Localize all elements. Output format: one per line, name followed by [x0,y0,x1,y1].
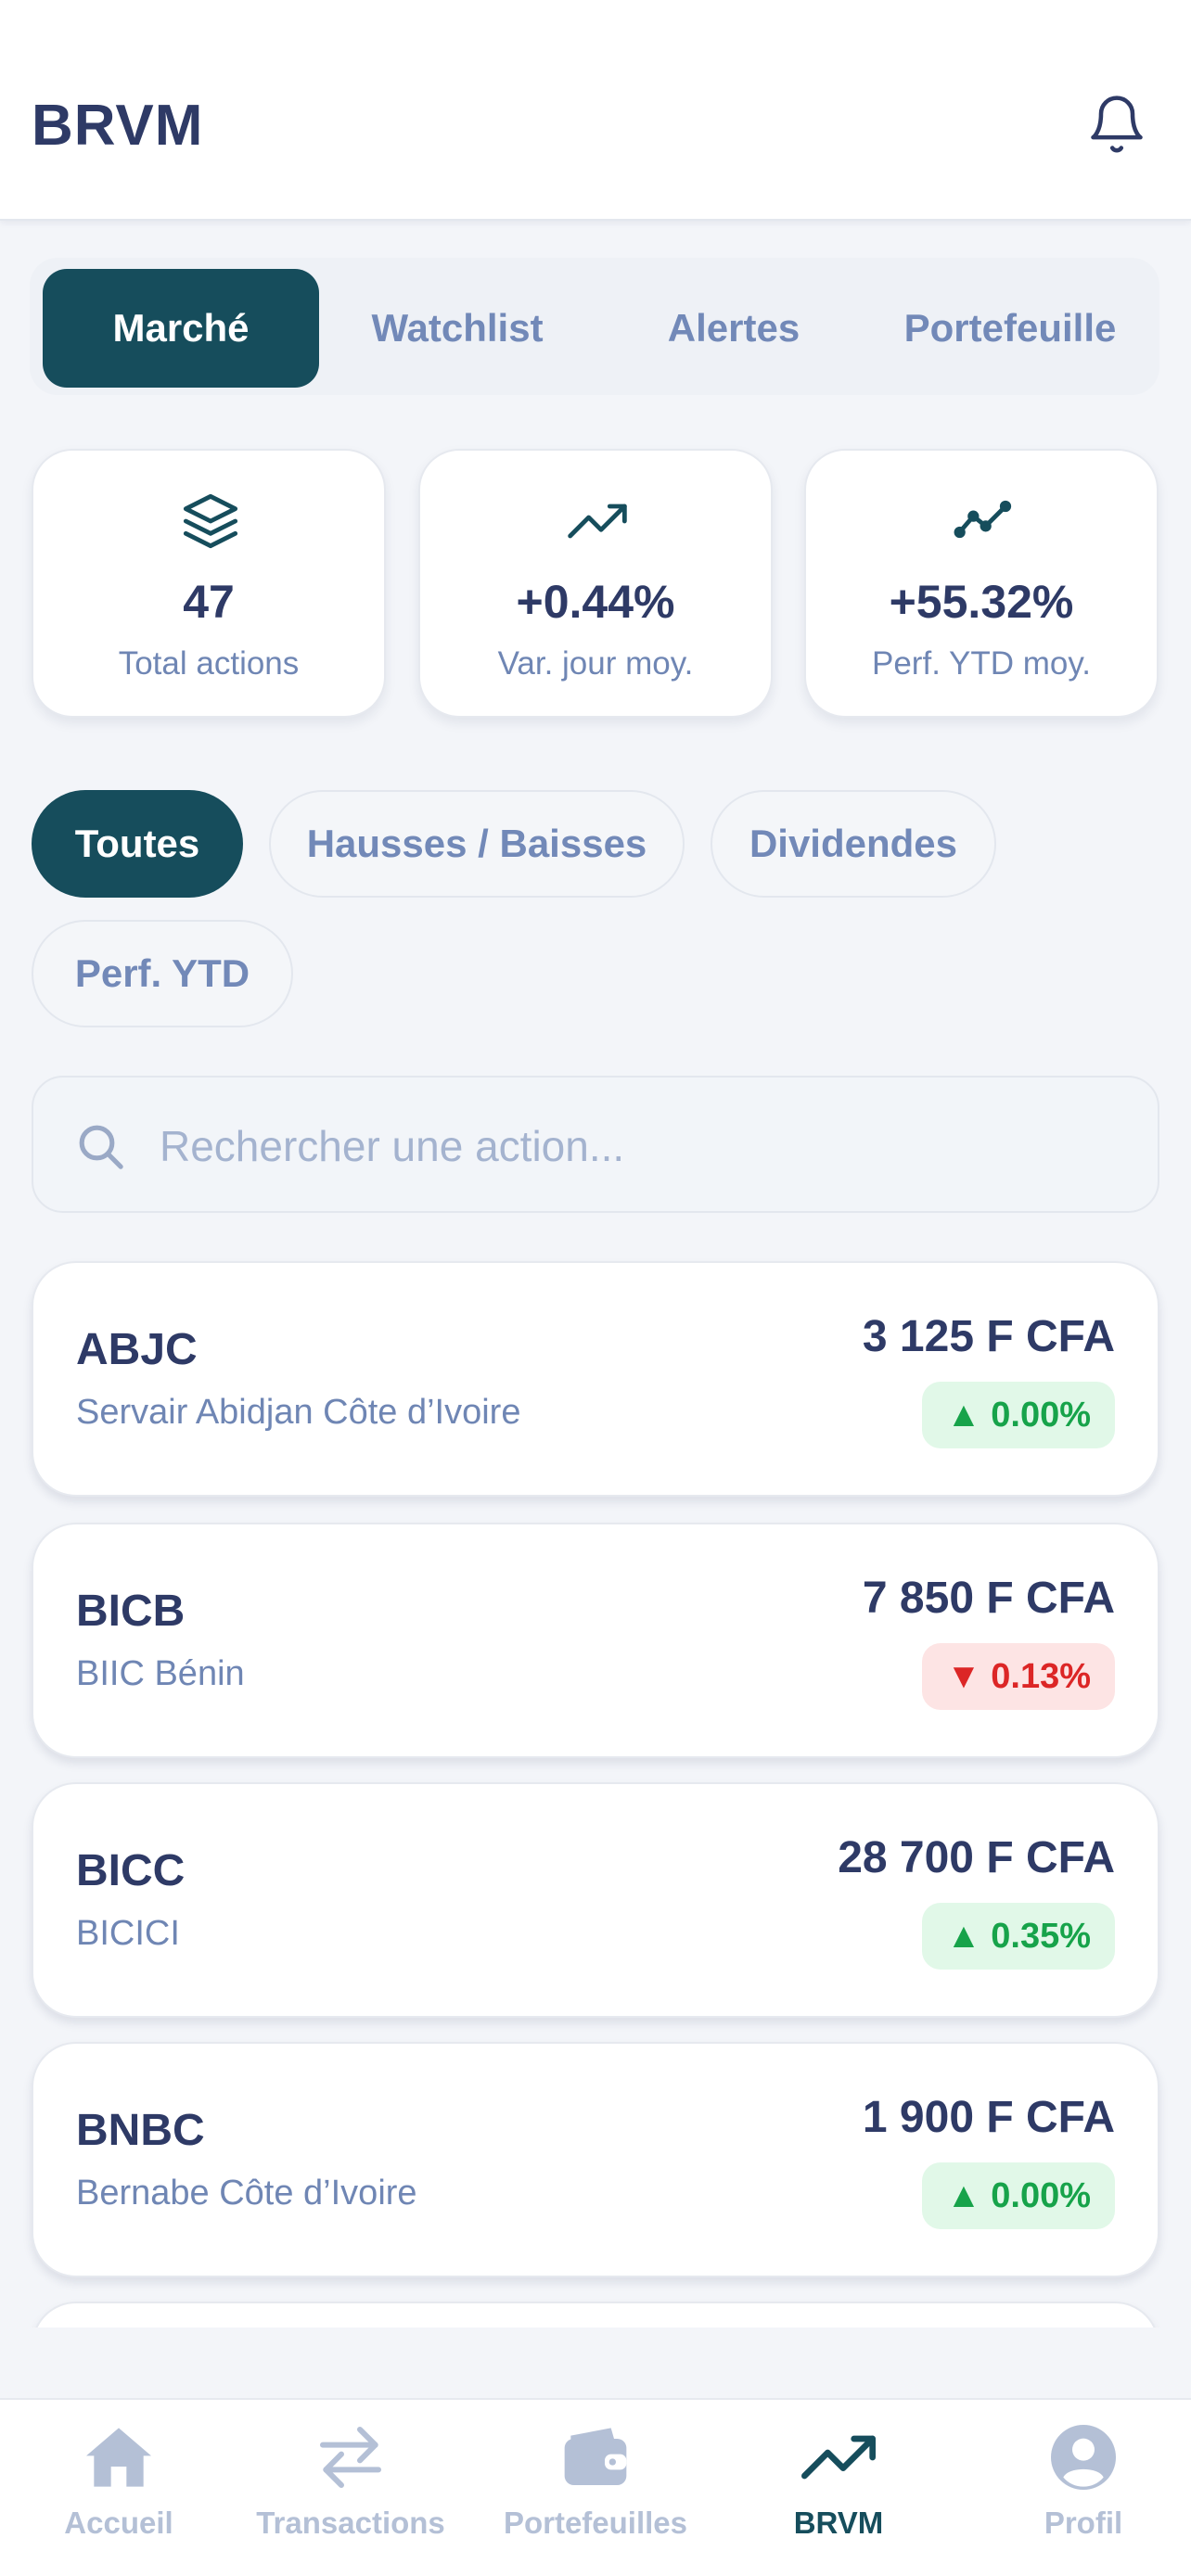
nav-item-portefeuilles[interactable]: Portefeuilles [477,2400,714,2576]
change-badge: ▲ 0.00% [922,2162,1115,2229]
layers-icon [183,493,238,549]
nav-item-transactions[interactable]: Transactions [232,2400,469,2576]
search-bar [32,1076,1159,1213]
search-icon [79,1125,123,1169]
stock-card[interactable]: ABJC Servair Abidjan Côte d’Ivoire 3 125… [32,1261,1159,1497]
app-header: BRVM [0,0,1191,221]
nav-item-accueil[interactable]: Accueil [0,2400,237,2576]
stat-card-daily-change: +0.44% Var. jour moy. [418,449,773,718]
nav-item-profil[interactable]: Profil [965,2400,1191,2576]
stock-card-partial[interactable] [32,2302,1159,2327]
stock-symbol: BICC [76,1846,186,1895]
stat-card-ytd-perf: +55.32% Perf. YTD moy. [804,449,1159,718]
stock-name: BICICI [76,1914,180,1953]
stat-label: Total actions [118,645,300,682]
stat-label: Var. jour moy. [497,645,694,682]
stock-card[interactable]: BNBC Bernabe Côte d’Ivoire 1 900 F CFA ▲… [32,2042,1159,2277]
stock-price: 1 900 F CFA [862,2093,1115,2142]
search-input[interactable] [160,1105,1124,1187]
wallet-icon [564,2428,627,2485]
filter-chip-perf-ytd[interactable]: Perf. YTD [32,920,293,1027]
line-chart-icon [954,500,1012,539]
stat-value: +0.44% [516,576,675,628]
nav-label: Profil [1044,2506,1123,2540]
nav-label: BRVM [793,2506,884,2540]
page-title: BRVM [32,94,204,158]
section-tabs: Marché Watchlist Alertes Portefeuille [30,258,1159,395]
bell-icon[interactable] [1085,89,1148,159]
tab-alertes[interactable]: Alertes [596,269,872,388]
bottom-navigation: Accueil Transactions Portefeuilles BRVM [0,2398,1191,2576]
change-badge: ▲ 0.35% [922,1903,1115,1970]
stock-name: Servair Abidjan Côte d’Ivoire [76,1393,521,1432]
nav-item-brvm[interactable]: BRVM [720,2400,957,2576]
change-badge: ▼ 0.13% [922,1643,1115,1710]
trending-up-icon [568,504,627,539]
nav-label: Portefeuilles [503,2506,688,2540]
stock-symbol: ABJC [76,1325,198,1374]
change-badge: ▲ 0.00% [922,1382,1115,1448]
stock-card[interactable]: BICB BIIC Bénin 7 850 F CFA ▼ 0.13% [32,1523,1159,1758]
stock-symbol: BNBC [76,2106,205,2155]
trending-up-icon [801,2435,876,2480]
tab-watchlist[interactable]: Watchlist [319,269,596,388]
nav-label: Transactions [256,2506,445,2540]
stat-value: 47 [183,576,235,628]
nav-label: Accueil [64,2506,173,2540]
home-icon [86,2428,151,2487]
stat-label: Perf. YTD moy. [872,645,1091,682]
stock-price: 7 850 F CFA [862,1574,1115,1623]
stat-value: +55.32% [889,576,1074,628]
filter-chip-hausses-baisses[interactable]: Hausses / Baisses [269,790,685,898]
stock-name: BIIC Bénin [76,1654,245,1693]
tab-portefeuille[interactable]: Portefeuille [872,269,1148,388]
stock-name: Bernabe Côte d’Ivoire [76,2174,417,2213]
filter-chip-dividendes[interactable]: Dividendes [711,790,996,898]
stock-price: 3 125 F CFA [862,1312,1115,1361]
stock-symbol: BICB [76,1587,186,1636]
filter-chip-toutes[interactable]: Toutes [32,790,243,898]
user-icon [1051,2425,1116,2490]
stock-list: ABJC Servair Abidjan Côte d’Ivoire 3 125… [0,1252,1191,2327]
swap-icon [320,2427,381,2488]
tab-marche[interactable]: Marché [43,269,319,388]
stat-card-total-actions: 47 Total actions [32,449,386,718]
stock-price: 28 700 F CFA [838,1833,1115,1882]
stock-card[interactable]: BICC BICICI 28 700 F CFA ▲ 0.35% [32,1782,1159,2018]
